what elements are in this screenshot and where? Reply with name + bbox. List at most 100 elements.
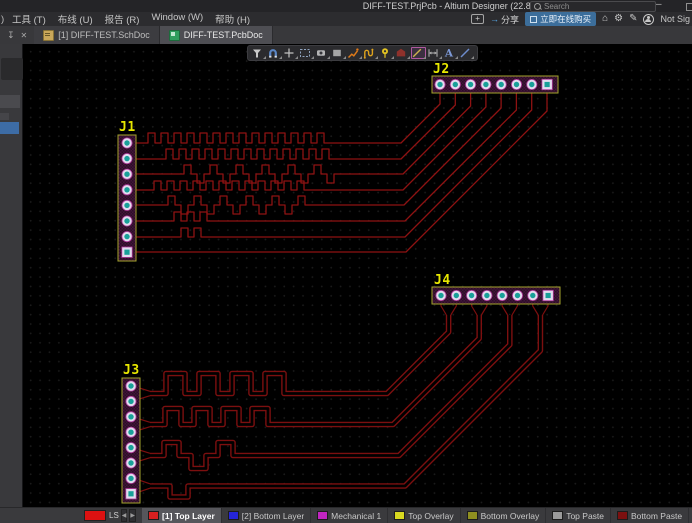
region-icon[interactable] — [331, 47, 346, 59]
menu-bar: ) 工具 (T) 布线 (U) 报告 (R) Window (W) 帮助 (H) + →… — [0, 12, 692, 26]
panel-fragment-selected-row[interactable] — [0, 122, 19, 134]
pin-icon[interactable]: ↧ — [7, 30, 15, 41]
close-icon[interactable]: ✕ — [21, 31, 28, 40]
svg-text:A: A — [444, 48, 454, 59]
filter-icon[interactable] — [251, 47, 266, 59]
window-title: DIFF-TEST.PrjPcb - Altium Designer (22.8… — [362, 1, 542, 11]
menu-item[interactable]: 帮助 (H) — [209, 12, 256, 26]
layer-color-swatch — [552, 511, 564, 520]
share-button[interactable]: → 分享 — [490, 13, 519, 26]
pcb-board[interactable]: J1 J2 J3 J4 — [23, 44, 692, 508]
string-icon-glyph: A — [444, 48, 454, 59]
draw-line-icon-glyph — [460, 48, 470, 58]
route-icon[interactable] — [347, 47, 362, 59]
layer-name: Mechanical 1 — [331, 510, 382, 521]
dimension-icon[interactable] — [427, 47, 442, 59]
polygon-pour-icon[interactable] — [395, 47, 410, 59]
layer-scroll-right-button[interactable]: ▶ — [129, 509, 137, 522]
buy-online-button[interactable]: 立即在线购买 — [525, 12, 597, 26]
pad-icon[interactable] — [315, 47, 330, 59]
comment-icon[interactable]: + — [471, 14, 485, 24]
layer-color-swatch — [227, 511, 239, 520]
menu-item[interactable]: 布线 (U) — [52, 12, 99, 26]
filter-icon-glyph — [253, 49, 261, 58]
layer-tab[interactable]: Mechanical 1 — [311, 508, 389, 523]
user-account-icon[interactable] — [643, 13, 655, 25]
pcb-doc-icon — [168, 29, 180, 41]
layer-name: Bottom Paste — [631, 510, 683, 521]
layer-color-swatch — [148, 511, 160, 520]
collapsed-panel-strip — [0, 44, 23, 508]
magnet-icon-glyph — [269, 49, 277, 58]
customize-icon[interactable]: ✎ — [629, 13, 637, 25]
layer-tab[interactable]: Top Overlay — [388, 508, 461, 523]
layer-set-label: LS — [109, 511, 119, 520]
search-input[interactable] — [544, 2, 652, 11]
svg-text:J4: J4 — [434, 273, 451, 288]
select-area-icon[interactable] — [299, 47, 314, 59]
layer-tab[interactable]: [1] Top Layer — [142, 508, 222, 523]
move-icon-glyph — [284, 48, 294, 58]
pad-icon-glyph — [317, 50, 325, 56]
panel-fragment-small — [0, 113, 9, 120]
tab-pcbdoc[interactable]: DIFF-TEST.PcbDoc — [159, 26, 273, 44]
panel-fragment-box — [1, 58, 23, 80]
title-bar: DIFF-TEST.PrjPcb - Altium Designer (22.8… — [0, 0, 692, 12]
buy-label: 立即在线购买 — [540, 14, 592, 24]
layer-color-swatch — [617, 511, 629, 520]
gear-icon[interactable]: ⚙ — [614, 13, 623, 25]
layer-tab[interactable]: [2] Bottom Layer — [222, 508, 312, 523]
buy-icon — [530, 15, 538, 23]
pcb-canvas[interactable]: J1 J2 J3 J4 A — [23, 44, 692, 508]
menu-items: 工具 (T) 布线 (U) 报告 (R) Window (W) 帮助 (H) — [6, 12, 256, 26]
line-icon[interactable] — [411, 47, 426, 59]
magnet-icon[interactable] — [267, 47, 282, 59]
maximize-button[interactable] — [686, 3, 692, 11]
svg-text:J1: J1 — [119, 120, 136, 135]
menu-item[interactable]: 工具 (T) — [6, 12, 52, 26]
via-icon[interactable] — [379, 47, 394, 59]
layer-tab[interactable]: Bottom Overlay — [461, 508, 547, 523]
panel-fragment-row[interactable] — [0, 95, 20, 108]
minimize-button[interactable]: – — [656, 0, 662, 10]
home-icon[interactable]: ⌂ — [602, 13, 608, 25]
sign-in-label[interactable]: Not Sig — [660, 14, 690, 24]
layer-tab[interactable]: Top Paste — [546, 508, 612, 523]
move-icon[interactable] — [283, 47, 298, 59]
layer-tabs: [1] Top Layer [2] Bottom Layer Mechanical … — [142, 508, 692, 523]
select-area-icon-glyph — [300, 49, 310, 57]
document-tab-bar: ↧ ✕ [1] DIFF-TEST.SchDoc DIFF-TEST.PcbDo… — [0, 26, 692, 45]
tab-schdoc[interactable]: [1] DIFF-TEST.SchDoc — [34, 26, 160, 44]
menu-item[interactable]: 报告 (R) — [99, 12, 146, 26]
tab-pcbdoc-label: DIFF-TEST.PcbDoc — [183, 30, 263, 40]
schematic-doc-icon — [43, 29, 55, 41]
region-icon-glyph — [333, 49, 341, 57]
active-bar-toolbar: A — [247, 45, 478, 61]
string-icon[interactable]: A — [443, 47, 458, 59]
layer-set-indicator[interactable]: LS — [84, 510, 119, 521]
layer-name: [1] Top Layer — [162, 510, 215, 521]
tab-schdoc-label: [1] DIFF-TEST.SchDoc — [58, 30, 150, 40]
share-label: 分享 — [501, 14, 520, 25]
diff-pair-route-icon-glyph — [363, 48, 374, 59]
altium-designer-window: DIFF-TEST.PrjPcb - Altium Designer (22.8… — [0, 0, 692, 523]
share-arrow-icon: → — [490, 14, 500, 24]
diff-pair-route-icon[interactable] — [363, 47, 378, 59]
via-icon-glyph — [382, 48, 388, 58]
layer-color-swatch — [466, 511, 478, 520]
workspace: J1 J2 J3 J4 A — [0, 44, 692, 508]
line-icon-glyph — [412, 48, 422, 58]
global-search[interactable] — [530, 1, 656, 12]
layer-scroll-left-button[interactable]: ◀ — [120, 509, 128, 522]
search-icon — [534, 3, 541, 10]
draw-line-icon[interactable] — [459, 47, 474, 59]
svg-text:J2: J2 — [433, 62, 450, 77]
layer-tab[interactable]: Bottom Paste — [611, 508, 690, 523]
layer-color-swatch — [394, 511, 406, 520]
layer-name: Bottom Overlay — [480, 510, 540, 521]
polygon-pour-icon-glyph — [396, 48, 406, 57]
panel-controls: ↧ ✕ — [0, 26, 34, 44]
menu-item[interactable]: Window (W) — [145, 12, 209, 26]
dimension-icon-glyph — [428, 49, 438, 57]
layer-name: Top Overlay — [408, 510, 454, 521]
